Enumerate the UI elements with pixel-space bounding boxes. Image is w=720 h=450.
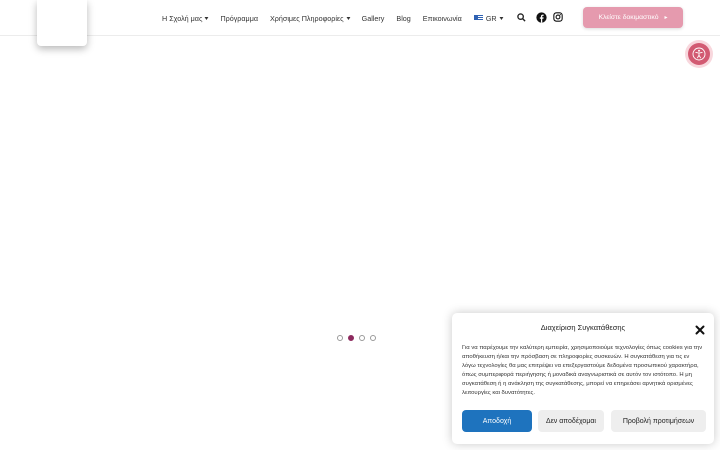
- nav-item-info[interactable]: Χρήσιμες Πληροφορίες ▾: [270, 14, 350, 23]
- accessibility-button[interactable]: [685, 40, 713, 68]
- slider-dot[interactable]: [370, 335, 376, 341]
- main-nav: Η Σχολή μας ▾ Πρόγραμμα Χρήσιμες Πληροφο…: [162, 12, 503, 24]
- search-icon[interactable]: [515, 11, 527, 23]
- nav-item-label: Χρήσιμες Πληροφορίες: [270, 13, 344, 23]
- consent-text: Για να παρέχουμε την καλύτερη εμπειρία, …: [462, 345, 703, 397]
- nav-item-label: Επικοινωνία: [422, 13, 462, 23]
- nav-item-blog[interactable]: Blog: [396, 14, 410, 23]
- slider-pagination: [337, 335, 381, 341]
- close-icon[interactable]: [695, 322, 705, 335]
- nav-item-contact[interactable]: Επικοινωνία: [423, 14, 462, 23]
- consent-title: Διαχείριση Συγκατάθεσης: [540, 323, 626, 332]
- language-label: GR: [485, 13, 497, 23]
- nav-item-label: Η Σχολή μας: [162, 13, 203, 23]
- nav-item-school[interactable]: Η Σχολή μας ▾: [162, 13, 209, 23]
- language-switcher[interactable]: GR ▾: [473, 13, 504, 23]
- accept-button[interactable]: Αποδοχή: [462, 410, 532, 432]
- cookie-consent-dialog: Διαχείριση Συγκατάθεσης Για να παρέχουμε…: [452, 313, 714, 444]
- nav-item-program[interactable]: Πρόγραμμα: [220, 14, 258, 23]
- deny-button[interactable]: Δεν αποδέχομαι: [538, 410, 604, 432]
- slider-dot[interactable]: [337, 335, 343, 341]
- facebook-icon[interactable]: [535, 11, 547, 23]
- chevron-down-icon: ▾: [204, 15, 209, 22]
- accessibility-icon: [688, 43, 710, 65]
- nav-item-label: Gallery: [361, 13, 385, 23]
- slider-dot-active[interactable]: [348, 335, 354, 341]
- nav-item-label: Blog: [396, 13, 411, 23]
- chevron-down-icon: ▾: [499, 15, 504, 22]
- site-logo[interactable]: [37, 0, 87, 46]
- book-trial-button[interactable]: Κλείστε δοκιμαστικό ▸: [583, 7, 683, 28]
- book-trial-label: Κλείστε δοκιμαστικό: [598, 14, 659, 21]
- nav-item-label: Πρόγραμμα: [220, 13, 258, 23]
- view-preferences-button[interactable]: Προβολή προτιμήσεων: [611, 410, 706, 432]
- nav-item-gallery[interactable]: Gallery: [362, 14, 385, 23]
- greek-flag-icon: [473, 15, 483, 21]
- chevron-down-icon: ▾: [346, 15, 351, 22]
- slider-dot[interactable]: [359, 335, 365, 341]
- instagram-icon[interactable]: [552, 11, 564, 23]
- chevron-right-icon: ▸: [664, 15, 668, 21]
- site-header: Η Σχολή μας ▾ Πρόγραμμα Χρήσιμες Πληροφο…: [0, 0, 720, 46]
